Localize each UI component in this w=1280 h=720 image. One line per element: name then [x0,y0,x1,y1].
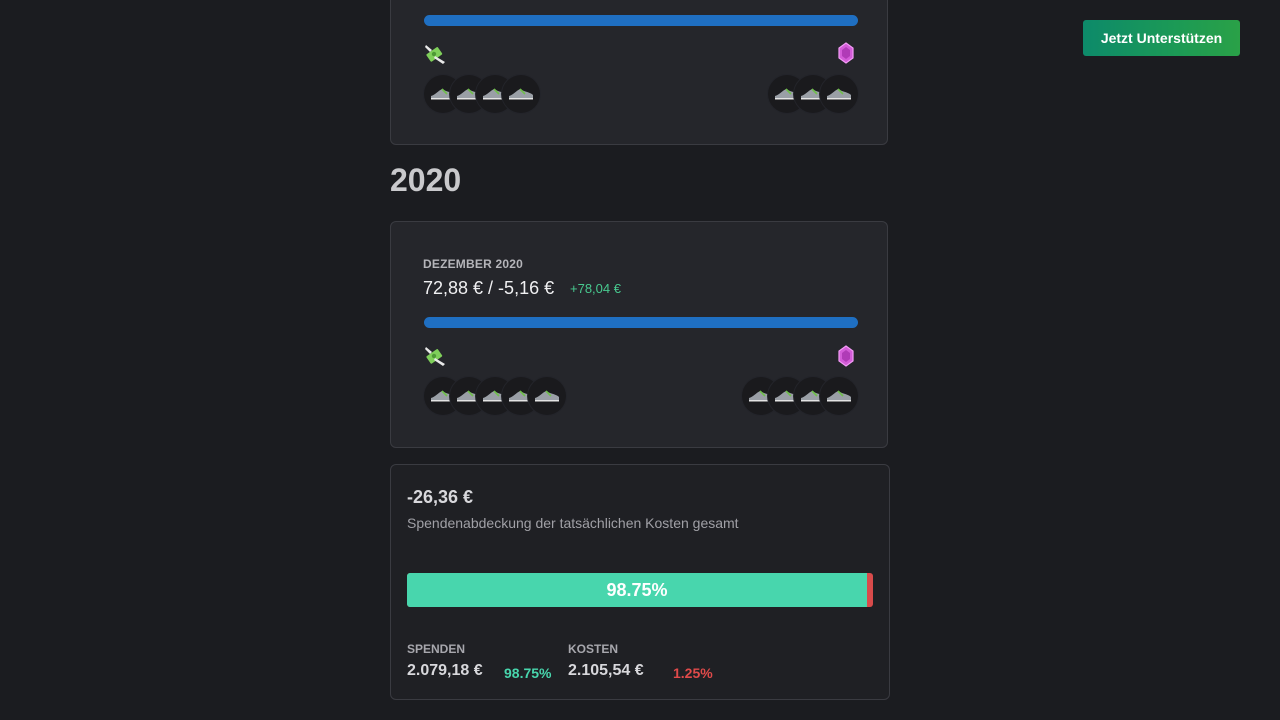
month-label: DEZEMBER 2020 [423,257,523,271]
gem-icon [838,345,854,367]
month-delta: +78,04 € [570,281,621,296]
coverage-summary-card: -26,36 € Spendenabdeckung der tatsächlic… [390,464,890,700]
avatar [502,75,540,113]
money-with-wings-icon [425,45,445,64]
avatar [528,377,566,415]
month-amounts: 72,88 € / -5,16 € [423,278,555,298]
donations-value: 2.079,18 € [407,662,483,679]
support-button[interactable]: Jetzt Unterstützen [1083,20,1240,56]
donations-percent: 98.75% [504,665,552,681]
avatar [820,75,858,113]
sneaker-icon [509,88,533,100]
month-card-previous [390,0,888,145]
costs-value: 2.105,54 € [568,662,644,679]
sneaker-icon [827,390,851,402]
costs-percent: 1.25% [673,665,713,681]
month-progress-bar [424,15,858,26]
summary-total: -26,36 € [407,487,474,507]
donor-avatar-group [424,75,540,113]
coverage-bar-label: 98.75% [606,580,668,600]
avatar [820,377,858,415]
costs-label: KOSTEN [568,642,619,656]
gem-icon [838,42,854,64]
sneaker-icon [535,390,559,402]
coverage-bar: 98.75% [407,573,873,607]
expense-avatar-group [742,377,858,415]
month-progress-bar [424,317,858,328]
year-heading: 2020 [390,162,462,198]
donor-avatar-group [424,377,566,415]
expense-avatar-group [768,75,858,113]
month-card-december-2020: DEZEMBER 2020 72,88 € / -5,16 € +78,04 € [390,221,888,448]
sneaker-icon [827,88,851,100]
money-with-wings-icon [425,347,445,366]
summary-subtitle: Spendenabdeckung der tatsächlichen Koste… [407,515,739,531]
donations-label: SPENDEN [407,642,466,656]
